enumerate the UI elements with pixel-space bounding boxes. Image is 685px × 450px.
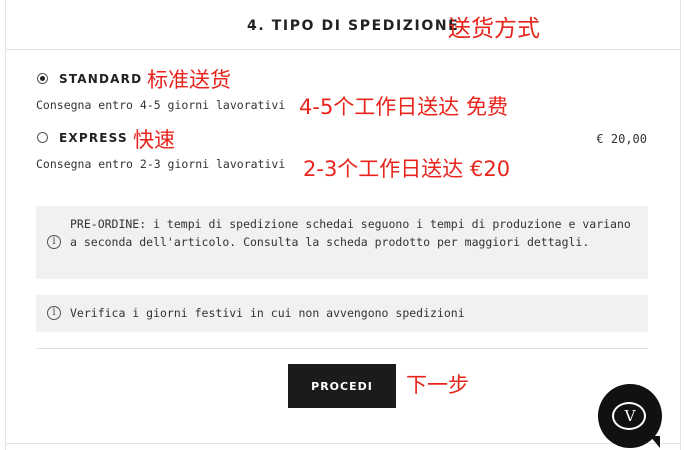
proceed-button-annotation: 下一步 [406, 373, 469, 397]
express-label-annotation: 快速 [133, 128, 175, 152]
preorder-notice-text: PRE-ORDINE: i tempi di spedizione scheda… [70, 217, 631, 249]
chat-button[interactable]: V [598, 384, 662, 448]
express-description-annotation: 2-3个工作日送达 €20 [303, 157, 511, 181]
panel-right-border [680, 0, 681, 450]
panel-left-border [5, 0, 6, 450]
standard-radio[interactable] [37, 73, 48, 84]
express-option-label[interactable]: EXPRESS [59, 131, 128, 145]
section-title: 4. TIPO DI SPEDIZIONE [247, 18, 460, 34]
express-price: € 20,00 [596, 132, 647, 146]
holidays-notice: i Verifica i giorni festivi in cui non a… [36, 295, 648, 332]
standard-option-label[interactable]: STANDARD [59, 72, 142, 86]
header-divider [5, 49, 681, 50]
standard-label-annotation: 标准送货 [147, 68, 231, 92]
preorder-notice: i PRE-ORDINE: i tempi di spedizione sche… [36, 206, 648, 279]
express-option-description: Consegna entro 2-3 giorni lavorativi [36, 157, 286, 171]
brand-logo-icon: V [612, 402, 646, 430]
express-radio[interactable] [37, 132, 48, 143]
info-icon: i [47, 235, 61, 249]
brand-logo-letter: V [624, 407, 636, 425]
standard-description-annotation: 4-5个工作日送达 免费 [299, 95, 508, 119]
proceed-button[interactable]: PROCEDI [288, 364, 396, 408]
actions-divider [36, 348, 648, 349]
section-title-annotation: 送货方式 [448, 16, 540, 42]
panel-bottom-border [5, 443, 681, 444]
info-icon: i [47, 306, 61, 320]
holidays-notice-text[interactable]: Verifica i giorni festivi in cui non avv… [70, 304, 640, 322]
standard-option-description: Consegna entro 4-5 giorni lavorativi [36, 98, 286, 112]
